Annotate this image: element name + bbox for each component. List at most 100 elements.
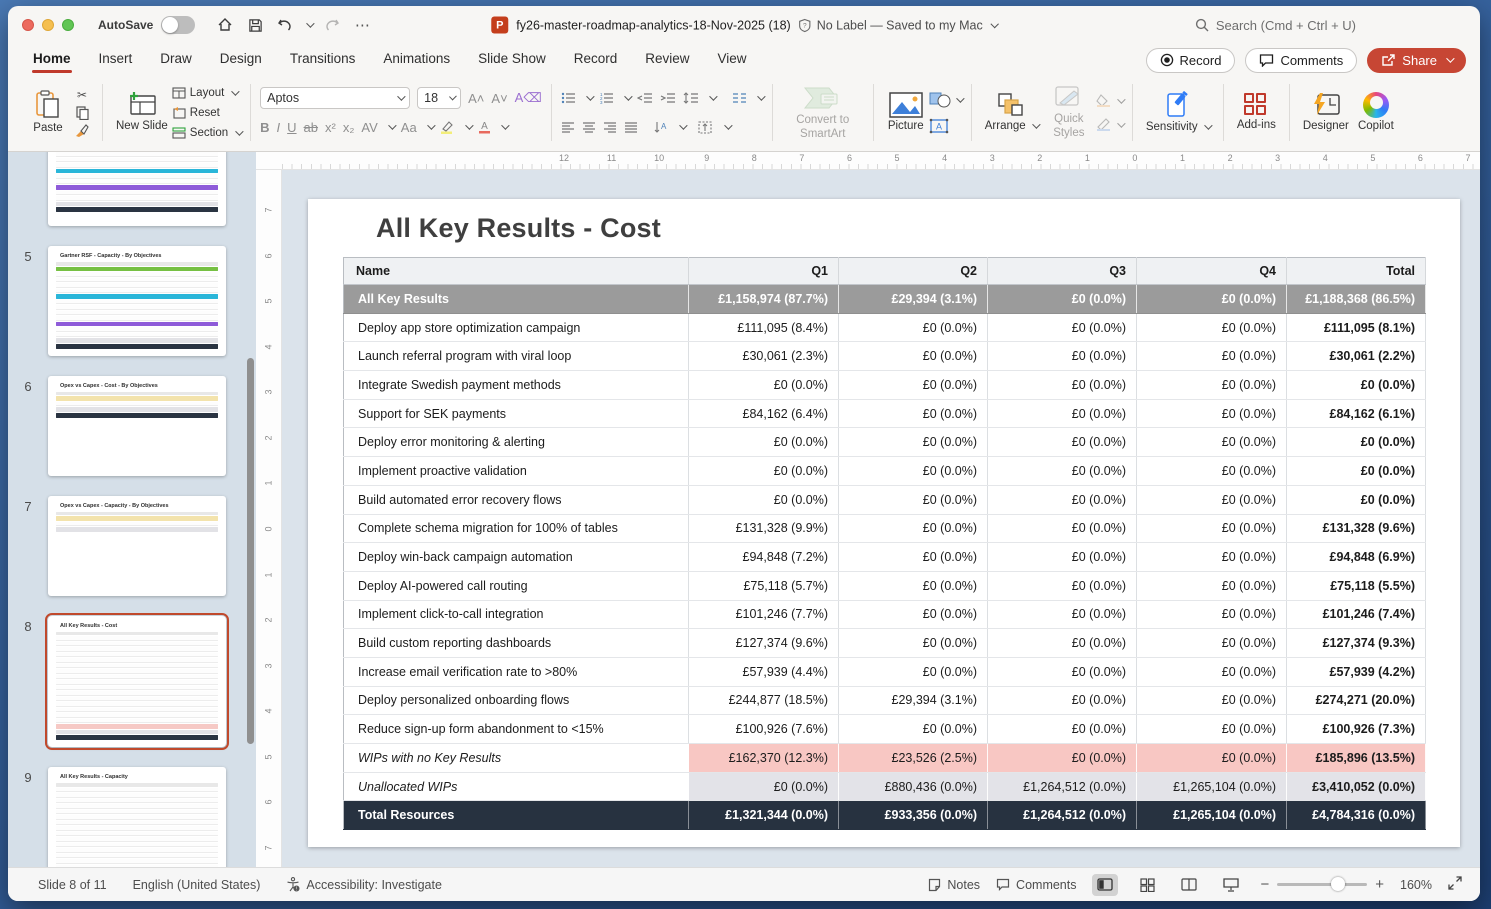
align-text-button[interactable] (698, 121, 714, 134)
zoom-slider-knob[interactable] (1331, 877, 1345, 891)
cut-button[interactable]: ✂ (71, 86, 93, 104)
table-row[interactable]: WIPs with no Key Results£162,370 (12.3%)… (344, 744, 1426, 773)
justify-button[interactable] (624, 121, 638, 133)
sensitivity-status[interactable]: ? No Label — Saved to my Mac (799, 18, 997, 32)
accessibility-button[interactable]: ! Accessibility: Investigate (286, 877, 441, 892)
slide-thumbnail-4[interactable]: 4Gartner RSF - Cost - By Objectives (8, 152, 256, 226)
character-spacing-button[interactable]: AV (361, 120, 377, 135)
key-results-table[interactable]: NameQ1Q2Q3Q4TotalAll Key Results£1,158,9… (343, 257, 1426, 830)
tab-home[interactable]: Home (32, 46, 72, 74)
thumbnail-card[interactable]: Gartner RSF - Cost - By Objectives (48, 152, 226, 226)
table-row[interactable]: Total Resources£1,321,344 (0.0%)£933,356… (344, 801, 1426, 830)
arrange-button[interactable]: Arrange (981, 90, 1042, 135)
table-row[interactable]: Integrate Swedish payment methods£0 (0.0… (344, 371, 1426, 400)
tab-record[interactable]: Record (573, 46, 619, 74)
font-color-button[interactable]: A (478, 120, 491, 134)
shape-fill-icon[interactable] (1096, 94, 1112, 107)
quick-styles-button[interactable]: Quick Styles (1042, 83, 1096, 143)
sidebar-scrollbar[interactable] (247, 358, 254, 744)
font-name-select[interactable]: Aptos (260, 87, 410, 109)
table-row[interactable]: Launch referral program with viral loop£… (344, 342, 1426, 371)
minimize-window-button[interactable] (42, 19, 54, 31)
home-quick-icon[interactable] (213, 13, 237, 37)
shrink-font-button[interactable]: A˅ (491, 91, 507, 106)
comments-button[interactable]: Comments (1245, 48, 1357, 73)
fullscreen-window-button[interactable] (62, 19, 74, 31)
format-painter-button[interactable] (71, 122, 93, 140)
reset-button[interactable]: Reset (190, 107, 220, 119)
increase-indent-button[interactable] (660, 92, 676, 104)
designer-button[interactable]: Designer (1299, 90, 1353, 135)
zoom-slider[interactable] (1277, 883, 1367, 886)
italic-button[interactable]: I (277, 120, 281, 135)
record-button[interactable]: Record (1146, 48, 1236, 73)
tab-insert[interactable]: Insert (98, 46, 134, 74)
thumbnail-card[interactable]: All Key Results - Capacity (48, 767, 226, 867)
redo-button[interactable] (320, 13, 344, 37)
autosave-toggle[interactable] (161, 16, 195, 34)
clear-formatting-button[interactable]: A⌫ (515, 90, 542, 106)
slide-thumbnail-8[interactable]: 8All Key Results - Cost (8, 616, 256, 748)
table-row[interactable]: Deploy personalized onboarding flows£244… (344, 686, 1426, 715)
slide-thumbnail-6[interactable]: 6Opex vs Capex - Cost - By Objectives (8, 376, 256, 476)
table-row[interactable]: Unallocated WIPs£0 (0.0%)£880,436 (0.0%)… (344, 772, 1426, 801)
thumbnail-card[interactable]: Opex vs Capex - Cost - By Objectives (48, 376, 226, 476)
table-row[interactable]: Build custom reporting dashboards£127,37… (344, 629, 1426, 658)
sensitivity-button[interactable]: Sensitivity (1142, 89, 1214, 136)
zoom-in-button[interactable]: + (1375, 876, 1384, 893)
shapes-icon[interactable] (929, 92, 951, 108)
table-row[interactable]: Implement proactive validation£0 (0.0%)£… (344, 457, 1426, 486)
thumbnail-card[interactable]: Gartner RSF - Capacity - By Objectives (48, 246, 226, 356)
slide-title[interactable]: All Key Results - Cost (376, 213, 661, 244)
shape-outline-icon[interactable] (1096, 118, 1112, 131)
copy-button[interactable] (71, 104, 93, 122)
slide-thumbnail-5[interactable]: 5Gartner RSF - Capacity - By Objectives (8, 246, 256, 356)
align-center-button[interactable] (582, 121, 596, 133)
table-row[interactable]: Increase email verification rate to >80%… (344, 657, 1426, 686)
more-commands-button[interactable]: ⋯ (350, 13, 374, 37)
comments-toggle-button[interactable]: Comments (996, 878, 1076, 892)
language-button[interactable]: English (United States) (133, 878, 261, 892)
tab-transitions[interactable]: Transitions (289, 46, 357, 74)
numbering-button[interactable]: 123 (599, 92, 614, 104)
bold-button[interactable]: B (260, 120, 269, 135)
strikethrough-button[interactable]: ab (304, 120, 318, 135)
section-button[interactable]: Section (190, 127, 228, 139)
highlight-color-button[interactable] (440, 120, 455, 134)
slide-thumbnail-7[interactable]: 7Opex vs Capex - Capacity - By Objective… (8, 496, 256, 596)
tab-review[interactable]: Review (644, 46, 690, 74)
slide-sorter-view-button[interactable] (1134, 874, 1160, 896)
tab-draw[interactable]: Draw (159, 46, 193, 74)
thumbnail-card[interactable]: Opex vs Capex - Capacity - By Objectives (48, 496, 226, 596)
decrease-indent-button[interactable] (637, 92, 653, 104)
align-left-button[interactable] (561, 121, 575, 133)
slide-thumbnail-9[interactable]: 9All Key Results - Capacity (8, 767, 256, 867)
tab-view[interactable]: View (717, 46, 748, 74)
save-icon[interactable] (243, 13, 267, 37)
grow-font-button[interactable]: A˄ (468, 91, 484, 106)
share-button[interactable]: Share (1367, 48, 1466, 73)
copilot-button[interactable]: Copilot (1353, 90, 1399, 135)
undo-chevron-icon[interactable] (307, 19, 315, 27)
slide-8[interactable]: All Key Results - Cost NameQ1Q2Q3Q4Total… (308, 199, 1460, 847)
text-direction-button[interactable]: A (653, 121, 669, 134)
table-row[interactable]: Complete schema migration for 100% of ta… (344, 514, 1426, 543)
slide-canvas[interactable]: All Key Results - Cost NameQ1Q2Q3Q4Total… (282, 170, 1480, 867)
layout-button[interactable]: Layout (190, 87, 225, 99)
table-row[interactable]: Deploy AI-powered call routing£75,118 (5… (344, 571, 1426, 600)
notes-button[interactable]: Notes (928, 878, 980, 892)
picture-button[interactable]: Picture (883, 90, 929, 135)
columns-button[interactable] (732, 92, 747, 104)
table-row[interactable]: All Key Results£1,158,974 (87.7%)£29,394… (344, 285, 1426, 314)
paste-button[interactable]: Paste (25, 88, 71, 137)
font-size-select[interactable]: 18 (417, 87, 461, 109)
table-row[interactable]: Reduce sign-up form abandonment to <15%£… (344, 715, 1426, 744)
zoom-level[interactable]: 160% (1400, 878, 1432, 892)
subscript-button[interactable]: x₂ (343, 120, 355, 135)
change-case-button[interactable]: Aa (401, 120, 417, 135)
addins-button[interactable]: Add-ins (1233, 91, 1280, 134)
undo-button[interactable] (273, 13, 297, 37)
slideshow-button[interactable] (1218, 874, 1244, 896)
close-window-button[interactable] (22, 19, 34, 31)
superscript-button[interactable]: x² (325, 120, 336, 135)
